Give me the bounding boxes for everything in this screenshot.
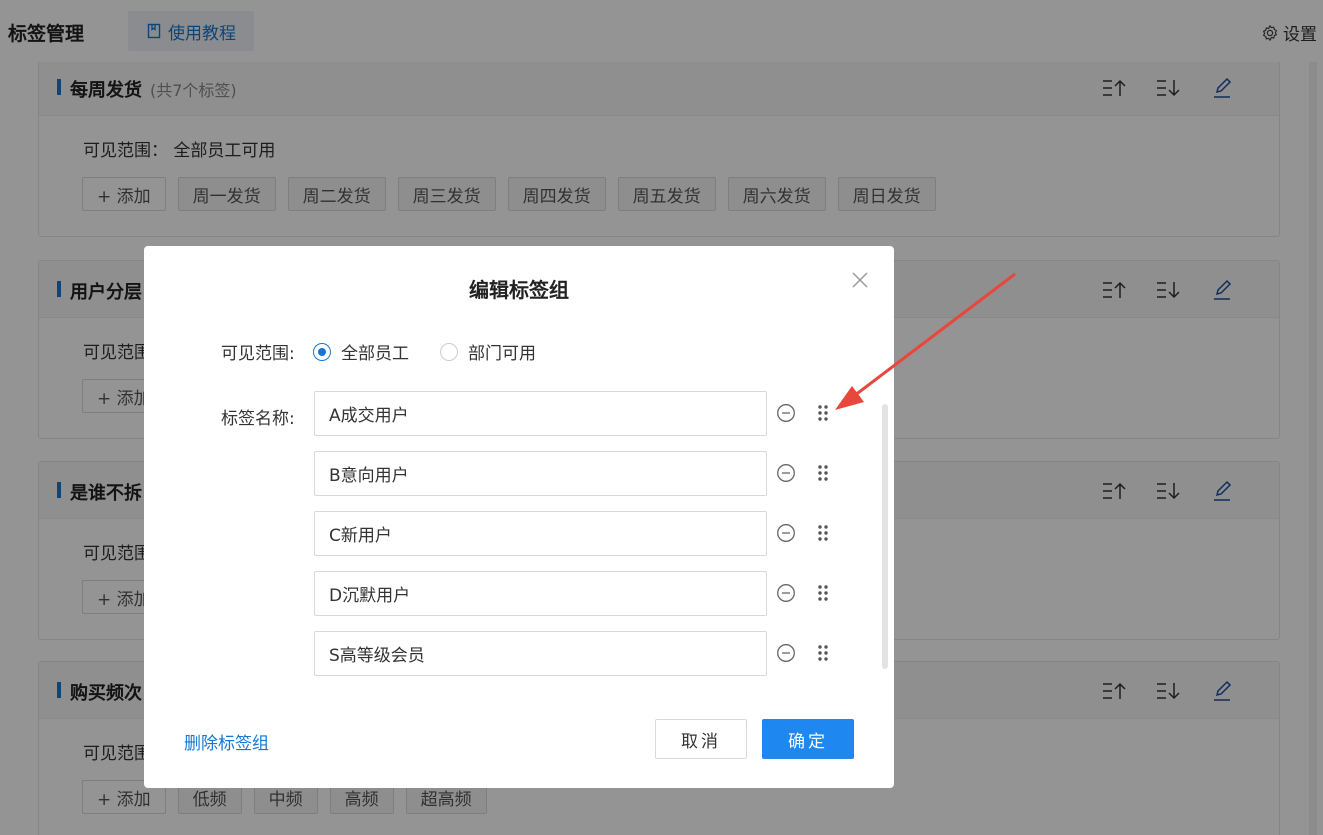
confirm-button[interactable]: 确定 [762, 719, 854, 759]
scope-label: 可见范围: [221, 344, 295, 364]
radio-all-staff[interactable]: 全部员工 [313, 339, 409, 364]
tag-name-input[interactable] [314, 571, 767, 616]
radio-checked-icon [313, 342, 331, 361]
radio-department[interactable]: 部门可用 [440, 339, 536, 364]
tag-name-input[interactable] [314, 631, 767, 676]
edit-tag-group-dialog: 编辑标签组 可见范围: 全部员工 部门可用 标签名称: 删除标签组 取消 确定 [144, 246, 894, 788]
radio-unchecked-icon [440, 342, 458, 361]
tag-name-input[interactable] [314, 451, 767, 496]
remove-circle-icon[interactable] [776, 643, 796, 663]
remove-circle-icon[interactable] [776, 523, 796, 543]
delete-group-link[interactable]: 删除标签组 [184, 729, 269, 754]
cancel-button[interactable]: 取消 [655, 719, 747, 759]
tag-name-input[interactable] [314, 511, 767, 556]
tag-name-row [314, 511, 844, 556]
drag-handle-icon[interactable] [816, 463, 830, 483]
radio-label: 部门可用 [468, 344, 536, 364]
close-icon[interactable] [850, 270, 870, 290]
dialog-title: 编辑标签组 [469, 278, 569, 302]
remove-circle-icon[interactable] [776, 463, 796, 483]
remove-circle-icon[interactable] [776, 583, 796, 603]
drag-handle-icon[interactable] [816, 523, 830, 543]
radio-label: 全部员工 [341, 344, 409, 364]
tag-name-row [314, 631, 844, 676]
tag-name-row [314, 451, 844, 496]
tag-name-label: 标签名称: [221, 409, 295, 429]
dialog-scrollbar[interactable] [882, 404, 888, 669]
remove-circle-icon[interactable] [776, 403, 796, 423]
drag-handle-icon[interactable] [816, 643, 830, 663]
tag-name-row [314, 571, 844, 616]
tag-name-input[interactable] [314, 391, 767, 436]
drag-handle-icon[interactable] [816, 403, 830, 423]
tag-name-row [314, 391, 844, 436]
drag-handle-icon[interactable] [816, 583, 830, 603]
